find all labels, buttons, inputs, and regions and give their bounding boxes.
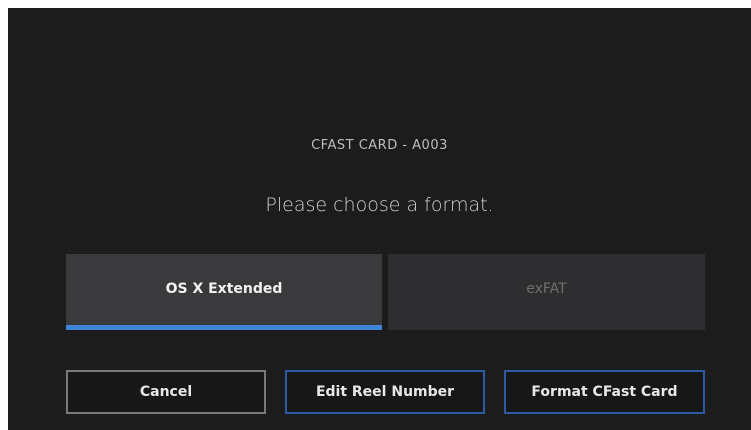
selected-indicator [66, 325, 382, 330]
cancel-button[interactable]: Cancel [66, 370, 266, 414]
format-prompt: Please choose a format. [265, 194, 494, 216]
tab-label: exFAT [526, 281, 567, 297]
format-dialog: CFAST CARD - A003 Please choose a format… [8, 8, 751, 430]
card-title: CFAST CARD - A003 [311, 138, 448, 153]
tab-label: OS X Extended [165, 281, 283, 297]
edit-reel-number-button[interactable]: Edit Reel Number [285, 370, 485, 414]
tab-os-x-extended[interactable]: OS X Extended [66, 254, 382, 330]
format-card-button[interactable]: Format CFast Card [504, 370, 705, 414]
format-selector: OS X Extended exFAT [66, 254, 705, 330]
tab-exfat[interactable]: exFAT [388, 254, 705, 330]
